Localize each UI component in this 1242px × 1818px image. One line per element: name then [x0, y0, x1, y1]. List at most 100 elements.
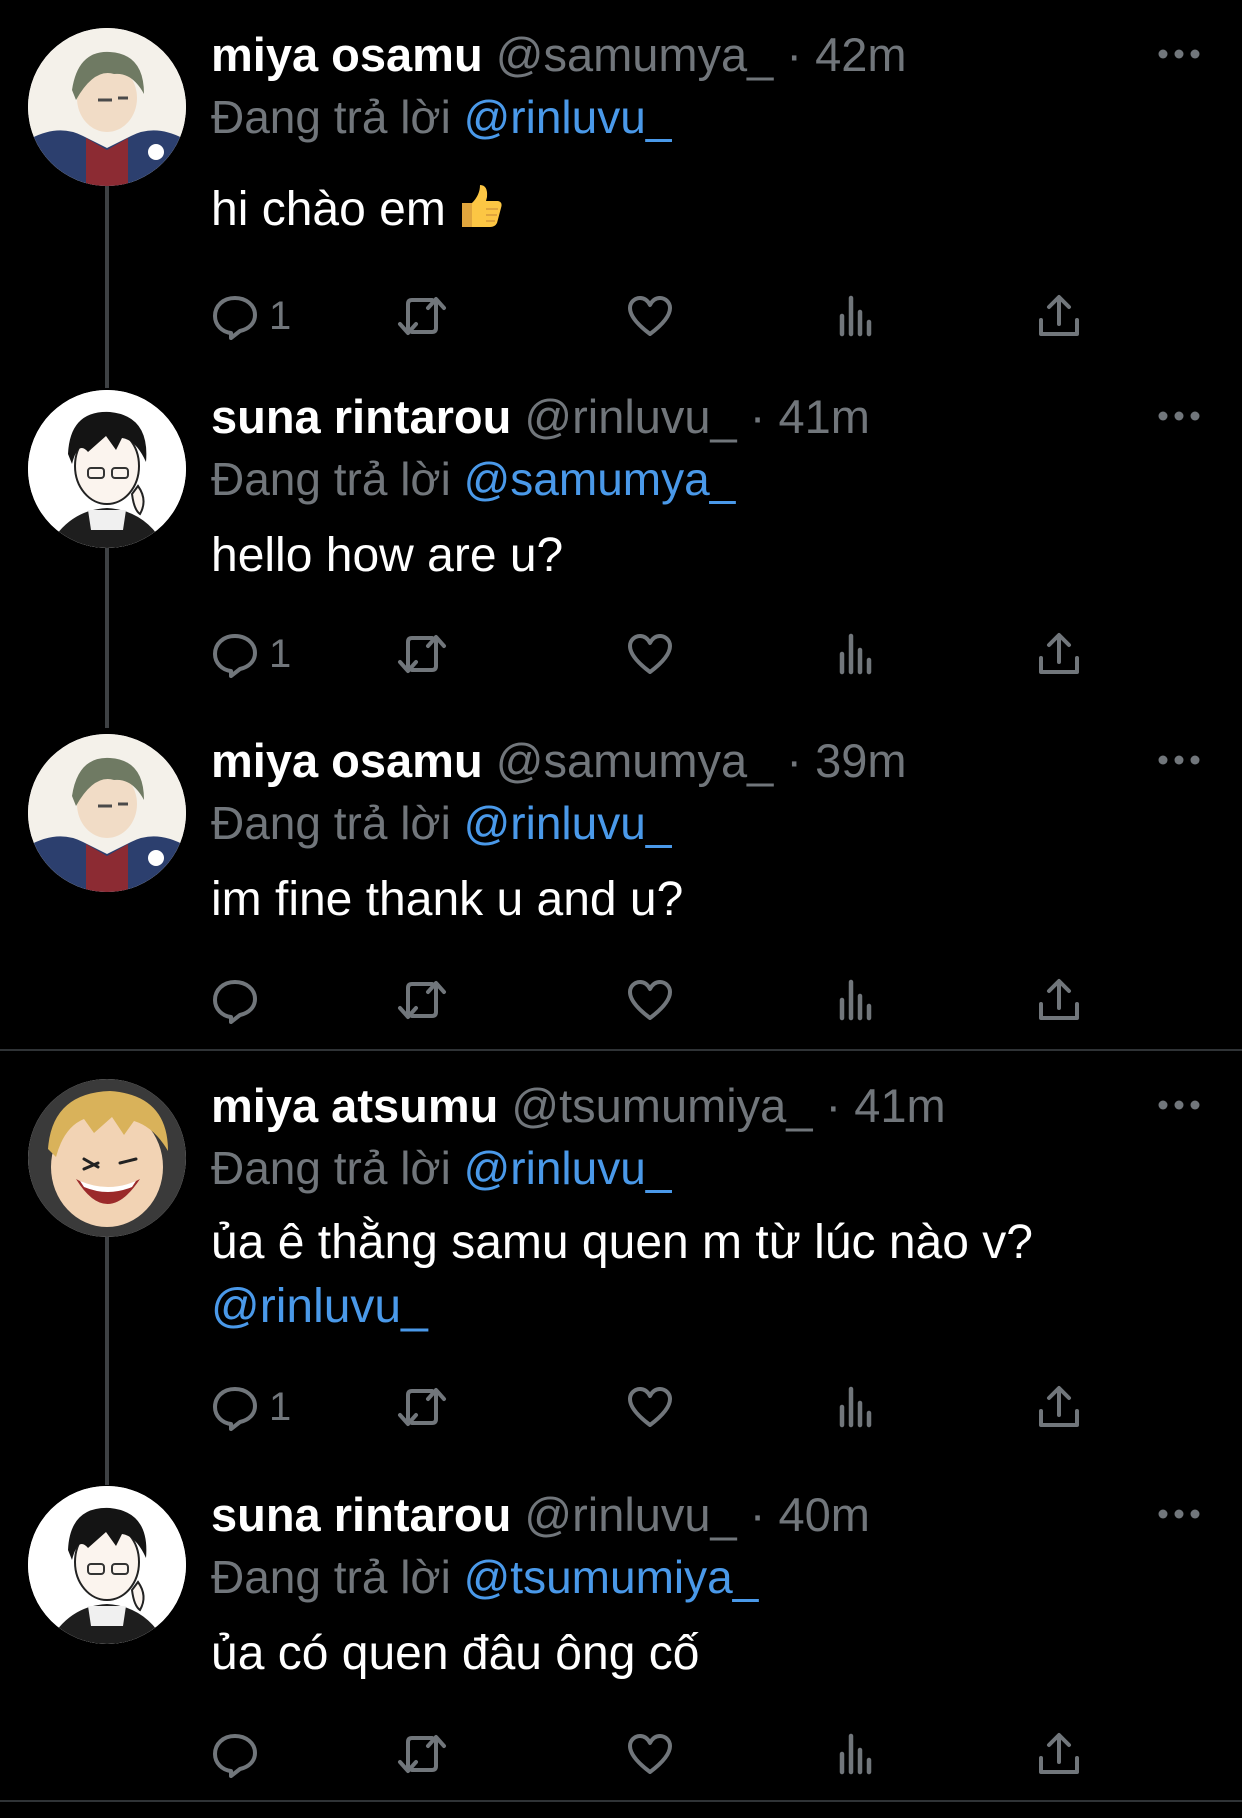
reply-icon: [213, 296, 257, 340]
separator-dot: ·: [786, 28, 803, 81]
replying-to-mention[interactable]: @rinluvu_: [464, 1142, 672, 1194]
reply-icon: [213, 634, 257, 678]
retweet-button[interactable]: [396, 286, 448, 346]
separator-dot: ·: [825, 1079, 842, 1132]
replying-to-mention[interactable]: @rinluvu_: [464, 91, 672, 143]
retweet-button[interactable]: [396, 1377, 448, 1437]
tweet-header: miya osamu @samumya_ · 39m: [211, 730, 907, 792]
analytics-icon: [839, 979, 872, 1021]
reply-button[interactable]: [211, 1724, 269, 1784]
tweet-header: miya osamu @samumya_ · 42m: [211, 24, 907, 86]
username[interactable]: @rinluvu_: [524, 1488, 736, 1541]
username[interactable]: @samumya_: [496, 734, 774, 787]
retweet-button[interactable]: [396, 1724, 448, 1784]
reply-button[interactable]: 1: [211, 1377, 291, 1437]
heart-icon: [628, 1387, 672, 1427]
tweet-header: suna rintarou @rinluvu_ · 40m: [211, 1484, 870, 1546]
share-button[interactable]: [1037, 1724, 1081, 1784]
timestamp[interactable]: 41m: [778, 390, 869, 443]
share-icon: [1039, 1733, 1079, 1774]
reply-count: 1: [269, 631, 292, 676]
replying-to-mention[interactable]: @tsumumiya_: [464, 1551, 759, 1603]
like-button[interactable]: [626, 624, 674, 684]
views-button[interactable]: [836, 1377, 876, 1437]
analytics-icon: [839, 1733, 872, 1775]
avatar[interactable]: [28, 28, 186, 186]
analytics-icon: [839, 295, 872, 337]
analytics-icon: [839, 1386, 872, 1428]
retweet-button[interactable]: [396, 624, 448, 684]
avatar[interactable]: [28, 734, 186, 892]
share-button[interactable]: [1037, 624, 1081, 684]
separator-dot: ·: [786, 734, 803, 787]
username[interactable]: @rinluvu_: [524, 390, 736, 443]
more-horizontal-icon[interactable]: [1155, 44, 1203, 64]
thread-line: [105, 1235, 109, 1485]
username[interactable]: @tsumumiya_: [511, 1079, 812, 1132]
more-horizontal-icon[interactable]: [1155, 1095, 1203, 1115]
reply-button[interactable]: 1: [211, 624, 291, 684]
views-button[interactable]: [836, 970, 876, 1030]
views-button[interactable]: [836, 624, 876, 684]
replying-to-mention[interactable]: @rinluvu_: [464, 797, 672, 849]
tweet-text-content: im fine thank u and u?: [211, 873, 684, 926]
tweet-text: ủa ê thằng samu quen m từ lúc nào v? @ri…: [211, 1211, 1033, 1339]
tweet-text-content: hello how are u?: [211, 529, 564, 582]
tweet-text: hi chào em: [211, 178, 504, 248]
username[interactable]: @samumya_: [496, 28, 774, 81]
avatar[interactable]: [28, 1486, 186, 1644]
display-name[interactable]: miya osamu: [211, 734, 483, 787]
replying-to-label: Đang trả lời: [211, 453, 451, 505]
heart-icon: [628, 634, 672, 674]
reply-button[interactable]: [211, 970, 269, 1030]
avatar[interactable]: [28, 1079, 186, 1237]
more-horizontal-icon[interactable]: [1155, 406, 1203, 426]
more-horizontal-icon[interactable]: [1155, 1504, 1203, 1524]
replying-to: Đang trả lời @samumya_: [211, 448, 735, 510]
thread-divider: [0, 1049, 1242, 1051]
tweet-actions: [211, 1724, 1111, 1784]
share-button[interactable]: [1037, 286, 1081, 346]
replying-to-label: Đang trả lời: [211, 91, 451, 143]
replying-to-label: Đang trả lời: [211, 1142, 451, 1194]
tweet-text-content: ủa ê thằng samu quen m từ lúc nào v?: [211, 1216, 1033, 1269]
avatar[interactable]: [28, 390, 186, 548]
like-button[interactable]: [626, 970, 674, 1030]
tweet-text-content: ủa có quen đâu ông cố: [211, 1627, 700, 1680]
retweet-button[interactable]: [396, 970, 448, 1030]
reply-button[interactable]: 1: [211, 286, 291, 346]
timestamp[interactable]: 42m: [815, 28, 906, 81]
views-button[interactable]: [836, 1724, 876, 1784]
display-name[interactable]: miya osamu: [211, 28, 483, 81]
share-button[interactable]: [1037, 970, 1081, 1030]
like-button[interactable]: [626, 286, 674, 346]
reply-count: 1: [269, 1384, 292, 1429]
replying-to-mention[interactable]: @samumya_: [464, 453, 736, 505]
timestamp[interactable]: 40m: [778, 1488, 869, 1541]
timestamp[interactable]: 41m: [854, 1079, 945, 1132]
more-horizontal-icon[interactable]: [1155, 750, 1203, 770]
share-icon: [1039, 1386, 1079, 1427]
retweet-icon: [398, 981, 446, 1019]
share-button[interactable]: [1037, 1377, 1081, 1437]
views-button[interactable]: [836, 286, 876, 346]
tweet-mention[interactable]: @rinluvu_: [211, 1275, 1033, 1339]
display-name[interactable]: suna rintarou: [211, 1488, 511, 1541]
retweet-icon: [398, 635, 446, 673]
reply-count: 1: [269, 293, 292, 338]
reply-icon: [213, 1387, 257, 1431]
tweet-text: im fine thank u and u?: [211, 868, 683, 932]
tweet-text: hello how are u?: [211, 524, 563, 588]
replying-to: Đang trả lời @rinluvu_: [211, 1137, 671, 1199]
tweet-header: suna rintarou @rinluvu_ · 41m: [211, 386, 870, 448]
heart-icon: [628, 296, 672, 336]
like-button[interactable]: [626, 1377, 674, 1437]
timestamp[interactable]: 39m: [815, 734, 906, 787]
like-button[interactable]: [626, 1724, 674, 1784]
display-name[interactable]: suna rintarou: [211, 390, 511, 443]
heart-icon: [628, 1734, 672, 1774]
share-icon: [1039, 979, 1079, 1020]
reply-icon: [213, 980, 257, 1024]
replying-to: Đang trả lời @rinluvu_: [211, 86, 671, 148]
display-name[interactable]: miya atsumu: [211, 1079, 498, 1132]
